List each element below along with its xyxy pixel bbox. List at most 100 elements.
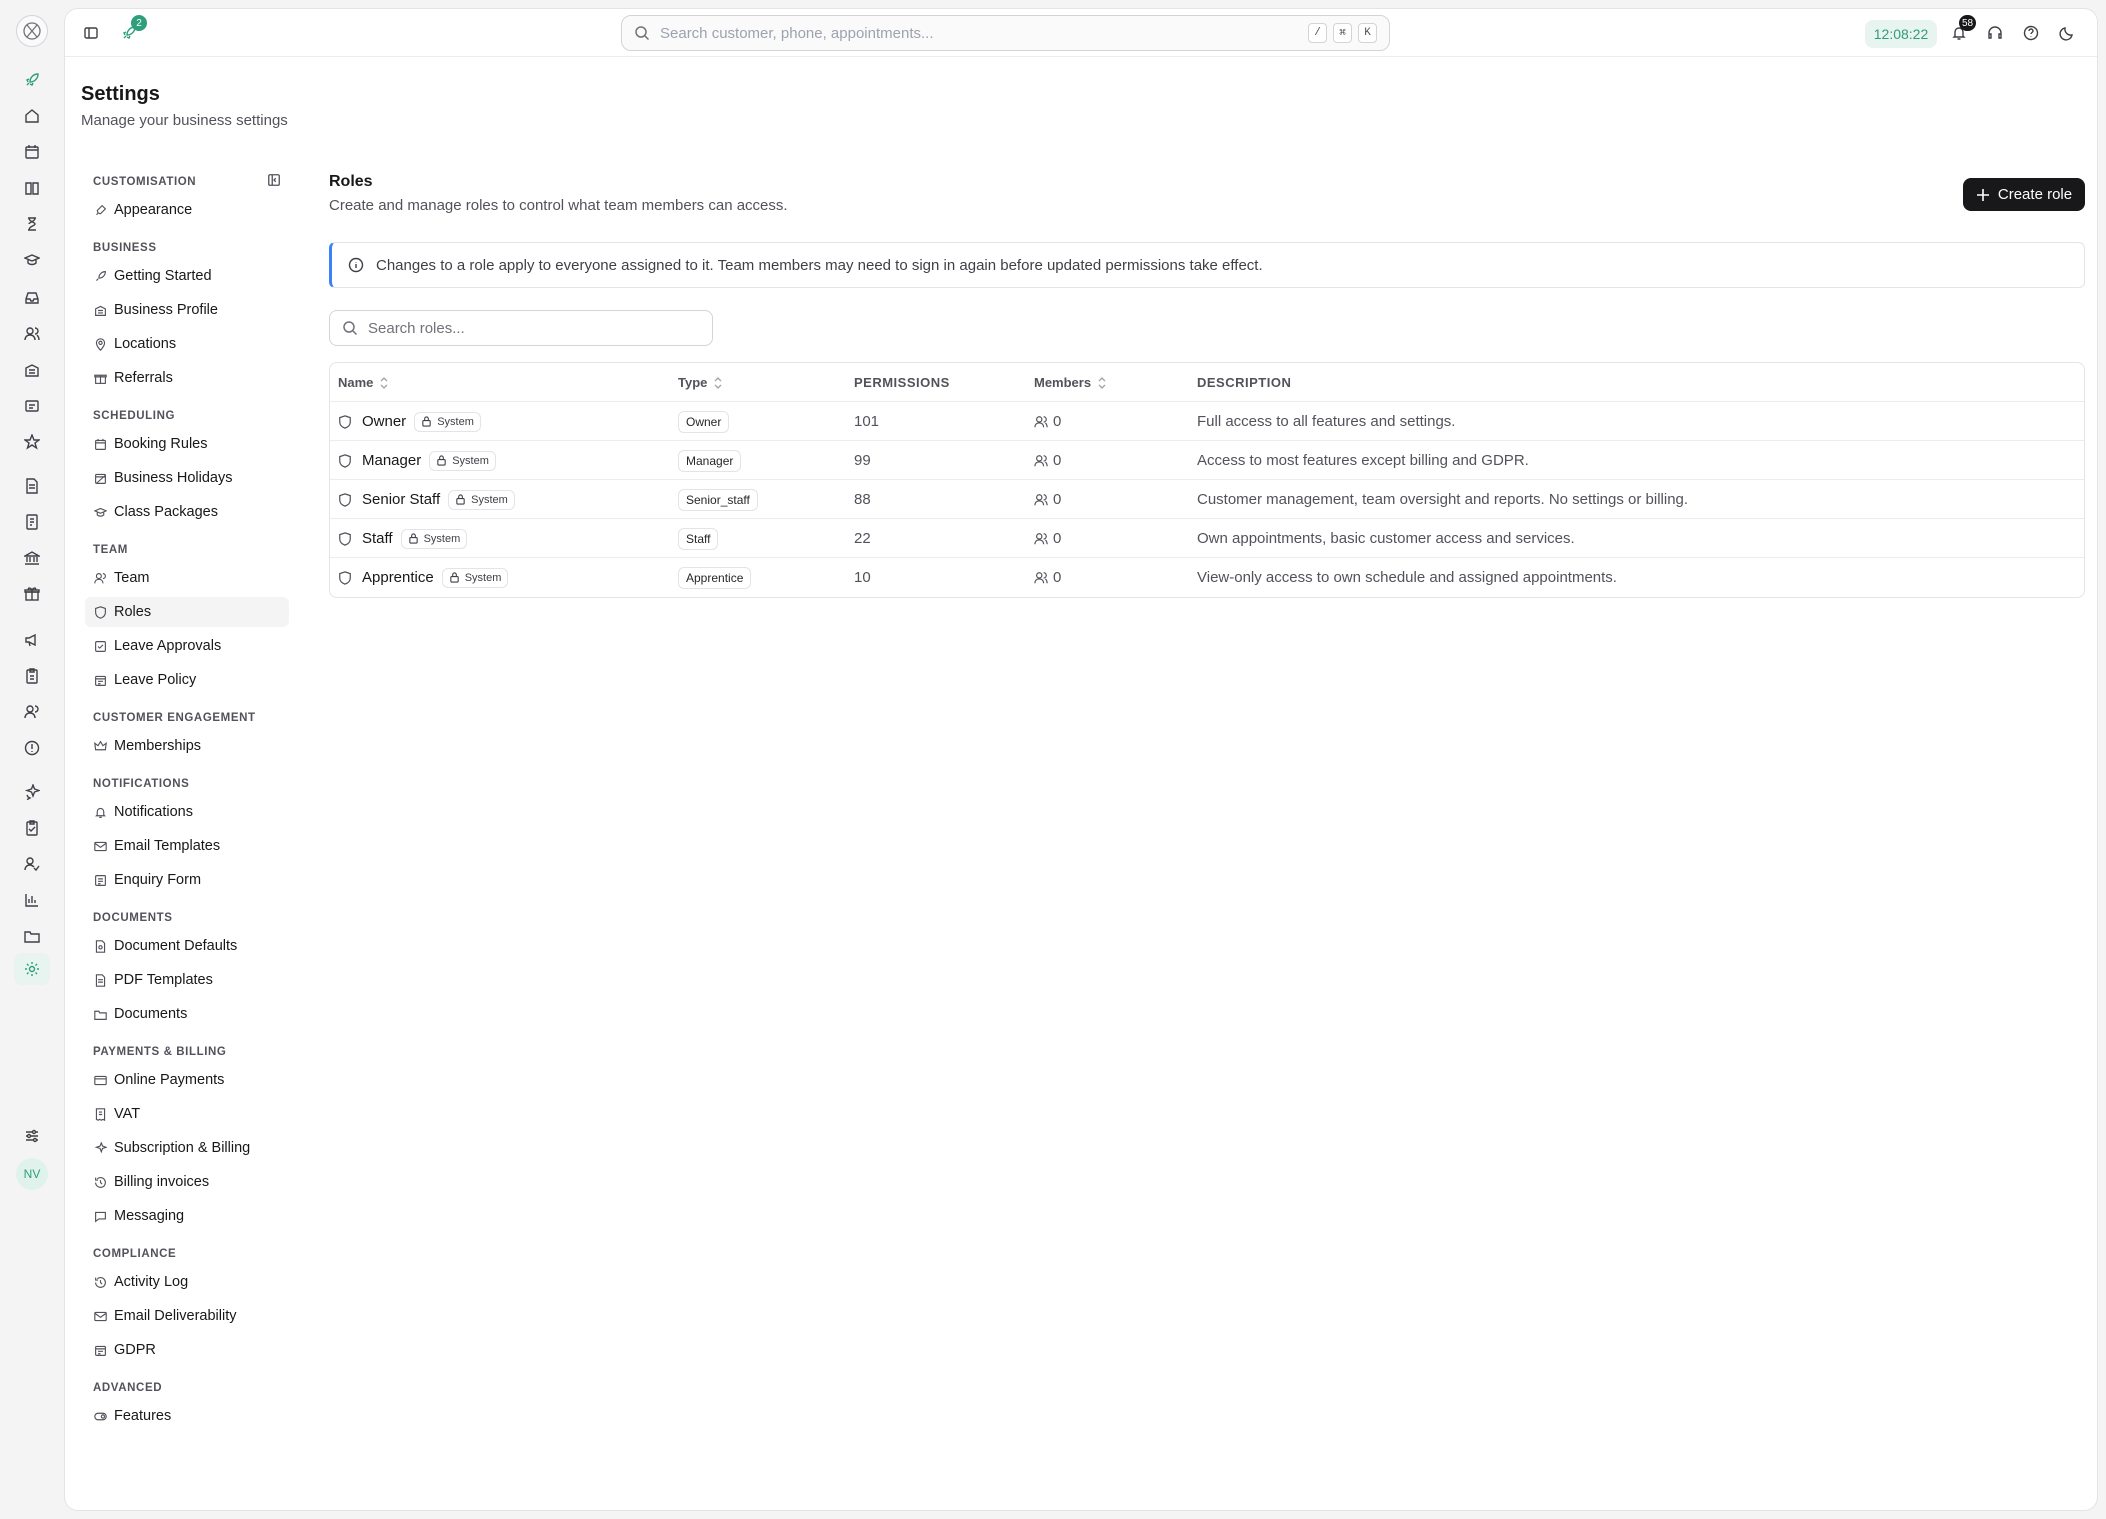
settings-nav-online-payments[interactable]: Online Payments xyxy=(85,1065,289,1095)
table-row[interactable]: Staff System Staff 22 0 Own appointments, bas… xyxy=(330,519,2084,558)
roles-search[interactable] xyxy=(329,310,713,346)
settings-nav-email-templates[interactable]: Email Templates xyxy=(85,831,289,861)
rail-building-icon[interactable] xyxy=(14,354,50,386)
settings-nav-billing-invoices[interactable]: Billing invoices xyxy=(85,1167,289,1197)
settings-nav-vat[interactable]: VAT xyxy=(85,1099,289,1129)
rail-sparkles-icon[interactable] xyxy=(14,776,50,808)
settings-nav-leave-policy[interactable]: Leave Policy xyxy=(85,665,289,695)
form-icon xyxy=(93,873,107,887)
settings-nav-email-deliverability[interactable]: Email Deliverability xyxy=(85,1301,289,1331)
settings-nav-business-profile[interactable]: Business Profile xyxy=(85,295,289,325)
crown-icon xyxy=(93,739,107,753)
settings-nav-referrals[interactable]: Referrals xyxy=(85,363,289,393)
sidebar-toggle-icon[interactable] xyxy=(79,21,103,45)
nav-label: Business Profile xyxy=(114,302,218,318)
settings-nav-activity-log[interactable]: Activity Log xyxy=(85,1267,289,1297)
rail-clipboard-icon[interactable] xyxy=(14,660,50,692)
settings-nav-locations[interactable]: Locations xyxy=(85,329,289,359)
role-type-cell: Owner xyxy=(678,402,730,441)
kbd-cmd: ⌘ xyxy=(1333,23,1352,43)
col-name[interactable]: Name xyxy=(338,363,389,402)
rail-bank-icon[interactable] xyxy=(14,542,50,574)
nav-label: PDF Templates xyxy=(114,972,213,988)
rail-chart-icon[interactable] xyxy=(14,884,50,916)
settings-nav-documents[interactable]: Documents xyxy=(85,999,289,1029)
user-avatar[interactable]: NV xyxy=(16,1158,48,1190)
settings-nav-team[interactable]: Team xyxy=(85,563,289,593)
settings-nav-class-packages[interactable]: Class Packages xyxy=(85,497,289,527)
nav-label: VAT xyxy=(114,1106,141,1122)
rail-sliders-icon[interactable] xyxy=(14,1120,50,1152)
rail-gift-icon[interactable] xyxy=(14,578,50,610)
global-search-input[interactable] xyxy=(660,24,1302,42)
headset-icon[interactable] xyxy=(1983,21,2007,45)
settings-nav-gdpr[interactable]: GDPR xyxy=(85,1335,289,1365)
rail-star-icon[interactable] xyxy=(14,426,50,458)
col-members[interactable]: Members xyxy=(1034,363,1107,402)
settings-nav-document-defaults[interactable]: Document Defaults xyxy=(85,931,289,961)
rail-file-icon[interactable] xyxy=(14,470,50,502)
settings-nav-getting-started[interactable]: Getting Started xyxy=(85,261,289,291)
rail-rocket-icon[interactable] xyxy=(14,64,50,96)
graduation-icon xyxy=(93,505,107,519)
file-gear-icon xyxy=(93,939,107,953)
shield-icon xyxy=(339,570,351,585)
rail-inbox-icon[interactable] xyxy=(14,282,50,314)
settings-nav-appearance[interactable]: Appearance xyxy=(85,195,289,225)
users-icon xyxy=(1034,571,1048,583)
settings-nav-features[interactable]: Features xyxy=(85,1401,289,1431)
table-row[interactable]: Owner System Owner 101 0 Full access to all f… xyxy=(330,402,2084,441)
collapse-nav-icon[interactable] xyxy=(267,173,281,187)
nav-label: Subscription & Billing xyxy=(114,1140,251,1156)
rail-user-check-icon[interactable] xyxy=(14,848,50,880)
role-members-cell: 0 xyxy=(1034,558,1061,597)
table-header: Name Type PERMISSIONS Members DESCRIPTIO… xyxy=(330,363,2084,402)
col-type[interactable]: Type xyxy=(678,363,723,402)
rail-invoice-icon[interactable] xyxy=(14,506,50,538)
info-alert: Changes to a role apply to everyone assi… xyxy=(329,242,2085,288)
roles-search-input[interactable] xyxy=(368,319,712,337)
settings-nav-booking-rules[interactable]: Booking Rules xyxy=(85,429,289,459)
settings-nav-enquiry-form[interactable]: Enquiry Form xyxy=(85,865,289,895)
role-type-badge: Owner xyxy=(678,410,730,433)
rail-home-icon[interactable] xyxy=(14,100,50,132)
rail-folder-icon[interactable] xyxy=(14,920,50,952)
app-logo[interactable] xyxy=(16,15,48,47)
settings-nav-messaging[interactable]: Messaging xyxy=(85,1201,289,1231)
rail-alert-icon[interactable] xyxy=(14,732,50,764)
dark-mode-icon[interactable] xyxy=(2055,21,2079,45)
rail-settings-icon[interactable] xyxy=(14,953,50,985)
rail-graduation-icon[interactable] xyxy=(14,244,50,276)
table-row[interactable]: Senior Staff System Senior_staff 88 0 Custome… xyxy=(330,480,2084,519)
nav-label: Notifications xyxy=(114,804,193,820)
settings-nav-notifications[interactable]: Notifications xyxy=(85,797,289,827)
settings-nav-pdf-templates[interactable]: PDF Templates xyxy=(85,965,289,995)
create-role-button[interactable]: Create role xyxy=(1963,178,2085,211)
table-row[interactable]: Apprentice System Apprentice 10 0 View-only a… xyxy=(330,558,2084,597)
settings-nav-leave-approvals[interactable]: Leave Approvals xyxy=(85,631,289,661)
settings-nav-roles[interactable]: Roles xyxy=(85,597,289,627)
rail-card-icon[interactable] xyxy=(14,390,50,422)
table-row[interactable]: Manager System Manager 99 0 Access to most fe… xyxy=(330,441,2084,480)
rail-team-icon[interactable] xyxy=(14,696,50,728)
rail-calendar-icon[interactable] xyxy=(14,136,50,168)
nav-label: Messaging xyxy=(114,1208,185,1224)
nav-label: Roles xyxy=(114,604,152,620)
rocket-badge: 2 xyxy=(131,15,147,31)
rail-hourglass-icon[interactable] xyxy=(14,208,50,240)
help-icon[interactable] xyxy=(2019,21,2043,45)
nav-label: Referrals xyxy=(114,370,173,386)
role-name-cell: Apprentice System xyxy=(338,558,509,597)
settings-nav-memberships[interactable]: Memberships xyxy=(85,731,289,761)
lock-icon xyxy=(456,494,465,505)
rail-checklist-icon[interactable] xyxy=(14,812,50,844)
settings-nav-subscription-billing[interactable]: Subscription & Billing xyxy=(85,1133,289,1163)
rail-users-icon[interactable] xyxy=(14,318,50,350)
calendar-off-icon xyxy=(93,471,107,485)
settings-nav-business-holidays[interactable]: Business Holidays xyxy=(85,463,289,493)
role-permissions: 101 xyxy=(854,413,880,430)
card-icon xyxy=(93,1073,107,1087)
global-search[interactable]: / ⌘ K xyxy=(621,15,1390,51)
rail-book-icon[interactable] xyxy=(14,172,50,204)
rail-megaphone-icon[interactable] xyxy=(14,624,50,656)
